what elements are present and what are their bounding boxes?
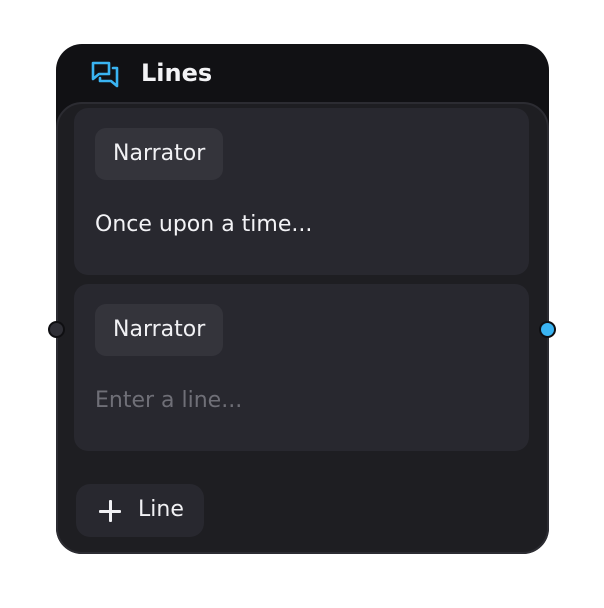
speaker-selector[interactable]: Narrator	[95, 128, 224, 180]
line-text-input[interactable]	[95, 385, 505, 417]
node-title: Lines	[141, 59, 213, 87]
node-header[interactable]: Lines	[56, 44, 549, 104]
line-text-input[interactable]	[95, 209, 505, 241]
line-card[interactable]: Narrator	[74, 284, 529, 451]
add-line-label: Line	[138, 497, 184, 522]
output-port[interactable]	[539, 321, 556, 338]
chat-bubbles-icon	[91, 61, 119, 88]
plus-icon	[99, 500, 121, 522]
line-card[interactable]: Narrator	[74, 108, 529, 275]
speaker-selector[interactable]: Narrator	[95, 304, 224, 356]
lines-node[interactable]: Lines Narrator Narrator	[56, 44, 549, 554]
add-line-button[interactable]: Line	[76, 484, 204, 537]
input-port[interactable]	[48, 321, 65, 338]
